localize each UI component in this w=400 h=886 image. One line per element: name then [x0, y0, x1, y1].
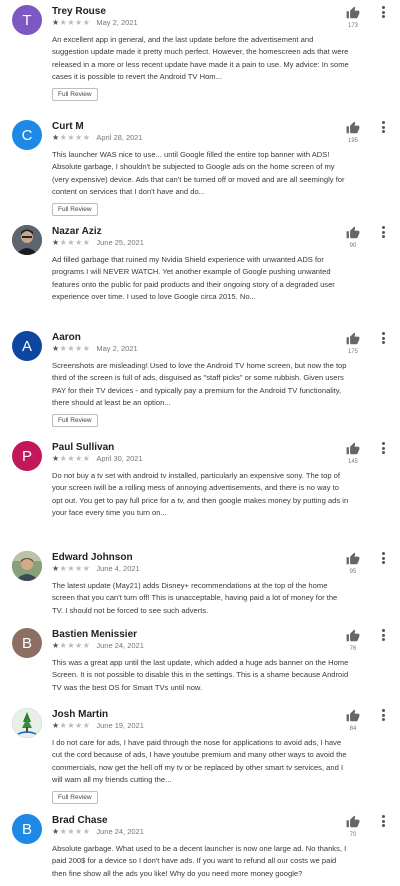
star-rating: ★★★★★ — [52, 344, 91, 353]
avatar[interactable]: A — [12, 331, 42, 361]
avatar[interactable] — [12, 708, 42, 738]
review-date: May 2, 2021 — [96, 18, 138, 27]
reviewer-name: Josh Martin — [52, 709, 109, 720]
thumbs-up-icon[interactable] — [346, 552, 360, 566]
review-card: Edward Johnson ★★★★★ June 4, 2021 The lat… — [0, 546, 400, 623]
helpful-count: 195 — [347, 138, 358, 144]
reviewer-name: Trey Rouse — [52, 6, 106, 17]
full-review-button[interactable]: Full Review — [52, 203, 98, 217]
review-text: Do not buy a tv set with android tv inst… — [52, 471, 349, 517]
star-rating: ★★★★★ — [52, 238, 91, 247]
avatar[interactable]: T — [12, 5, 42, 35]
thumbs-up-icon[interactable] — [346, 815, 360, 829]
review-date: June 24, 2021 — [96, 827, 144, 836]
star-rating: ★★★★★ — [52, 454, 91, 463]
helpful-count: 76 — [349, 646, 357, 652]
thumbs-up-icon[interactable] — [346, 709, 360, 723]
review-card: B Bastien Menissier ★★★★★ June 24, 2021 T… — [0, 623, 400, 703]
reviewer-name: Bastien Menissier — [52, 629, 138, 640]
star-rating: ★★★★★ — [52, 827, 91, 836]
more-options-icon[interactable] — [382, 6, 386, 18]
review-date: April 30, 2021 — [96, 454, 143, 463]
helpful-count: 90 — [349, 243, 357, 249]
review-card: Nazar Aziz ★★★★★ June 25, 2021 Ad filled … — [0, 220, 400, 326]
thumbs-up-icon[interactable] — [346, 629, 360, 643]
star-rating: ★★★★★ — [52, 133, 91, 142]
thumbs-up-icon[interactable] — [346, 226, 360, 240]
review-text: Absolute garbage. What used to be a dece… — [52, 844, 347, 878]
review-text: Ad filled garbage that ruined my Nvidia … — [52, 255, 335, 301]
avatar[interactable]: C — [12, 120, 42, 150]
star-rating: ★★★★★ — [52, 564, 91, 573]
review-date: April 28, 2021 — [96, 133, 143, 142]
more-options-icon[interactable] — [382, 121, 386, 133]
review-date: June 24, 2021 — [96, 641, 144, 650]
profile-photo-icon — [12, 225, 42, 255]
thumbs-up-icon[interactable] — [346, 332, 360, 346]
reviewer-name: Edward Johnson — [52, 552, 133, 563]
helpful-count: 84 — [349, 726, 357, 732]
more-options-icon[interactable] — [382, 442, 386, 454]
more-options-icon[interactable] — [382, 629, 386, 641]
reviewer-name: Curt M — [52, 121, 84, 132]
avatar[interactable]: P — [12, 441, 42, 471]
reviewer-name: Nazar Aziz — [52, 226, 102, 237]
review-card: Josh Martin ★★★★★ June 19, 2021 I do not … — [0, 703, 400, 809]
review-date: May 2, 2021 — [96, 344, 138, 353]
review-text: Screenshots are misleading! Used to love… — [52, 361, 347, 407]
avatar[interactable]: B — [12, 814, 42, 844]
avatar[interactable] — [12, 551, 42, 581]
thumbs-up-icon[interactable] — [346, 442, 360, 456]
star-rating: ★★★★★ — [52, 641, 91, 650]
review-card: A Aaron ★★★★★ May 2, 2021 Screenshots are… — [0, 326, 400, 436]
reviewer-name: Aaron — [52, 332, 81, 343]
more-options-icon[interactable] — [382, 552, 386, 564]
profile-photo-icon — [12, 708, 42, 738]
review-date: June 19, 2021 — [96, 721, 144, 730]
review-text: The latest update (May21) adds Disney+ r… — [52, 581, 338, 615]
helpful-count: 70 — [349, 832, 357, 838]
review-card: T Trey Rouse ★★★★★ May 2, 2021 An excelle… — [0, 0, 400, 115]
avatar[interactable]: B — [12, 628, 42, 658]
thumbs-up-icon[interactable] — [346, 121, 360, 135]
helpful-count: 145 — [347, 459, 358, 465]
more-options-icon[interactable] — [382, 815, 386, 827]
helpful-count: 173 — [347, 23, 358, 29]
review-card: C Curt M ★★★★★ April 28, 2021 This launch… — [0, 115, 400, 220]
full-review-button[interactable]: Full Review — [52, 88, 98, 102]
star-rating: ★★★★★ — [52, 18, 91, 27]
review-text: An excellent app in general, and the las… — [52, 35, 349, 81]
full-review-button[interactable]: Full Review — [52, 414, 98, 428]
helpful-count: 95 — [349, 569, 357, 575]
thumbs-up-icon[interactable] — [346, 6, 360, 20]
review-card: B Brad Chase ★★★★★ June 24, 2021 Absolute… — [0, 809, 400, 886]
helpful-count: 175 — [347, 349, 358, 355]
more-options-icon[interactable] — [382, 226, 386, 238]
review-text: This launcher WAS nice to use... until G… — [52, 150, 345, 196]
more-options-icon[interactable] — [382, 709, 386, 721]
profile-photo-icon — [12, 551, 42, 581]
more-options-icon[interactable] — [382, 332, 386, 344]
review-date: June 4, 2021 — [96, 564, 140, 573]
reviewer-name: Paul Sullivan — [52, 442, 115, 453]
review-card: P Paul Sullivan ★★★★★ April 30, 2021 Do n… — [0, 436, 400, 546]
star-rating: ★★★★★ — [52, 721, 91, 730]
full-review-button[interactable]: Full Review — [52, 791, 98, 805]
review-text: I do not care for ads, I have paid throu… — [52, 738, 347, 784]
review-date: June 25, 2021 — [96, 238, 144, 247]
reviewer-name: Brad Chase — [52, 815, 108, 826]
review-text: This was a great app until the last upda… — [52, 658, 349, 692]
avatar[interactable] — [12, 225, 42, 255]
